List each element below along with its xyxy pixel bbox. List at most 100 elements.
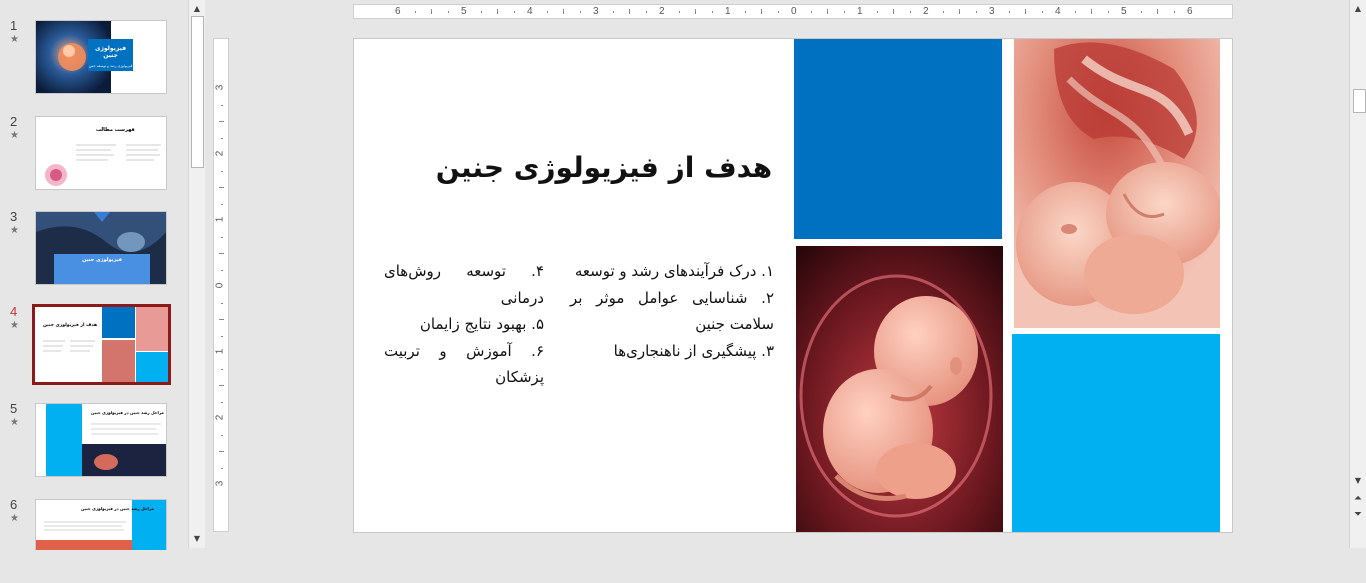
horizontal-ruler[interactable]: 6 5 4 3 2 1 0 1 2 3 4 5 6 <box>353 4 1233 19</box>
thumbnail-title: فهرست مطالب <box>96 127 135 133</box>
ruler-tick <box>221 368 223 370</box>
thumbnail-row-3[interactable]: 3 ★ فیزیولوژی جنین <box>0 209 180 295</box>
slide-thumbnail-2[interactable]: فهرست مطالب <box>35 116 167 190</box>
ruler-number: 5 <box>461 6 467 17</box>
slide-thumbnail-6[interactable]: مراحل رشد جنین در فیزیولوژی جنین <box>35 499 167 550</box>
ruler-tick <box>777 11 779 13</box>
thumbnail-row-6[interactable]: 6 ★ مراحل رشد جنین در فیزیولوژی جنین <box>0 497 180 583</box>
light-blue-block[interactable] <box>1012 334 1220 532</box>
ruler-tick <box>431 9 432 14</box>
fetus-photo-bottom[interactable] <box>796 246 1003 532</box>
ruler-tick <box>221 302 223 304</box>
ruler-tick <box>219 253 224 254</box>
ruler-tick <box>876 11 878 13</box>
ruler-tick <box>221 401 223 403</box>
slide-number: 4 <box>10 304 18 319</box>
ruler-tick <box>942 11 944 13</box>
ruler-tick <box>678 11 680 13</box>
ruler-number: 2 <box>659 6 665 17</box>
ruler-tick <box>1074 11 1076 13</box>
thumbnail-row-1[interactable]: 1 ★ فیزیولوژی جنین فیزیولوژی رشد و توسعه… <box>0 18 180 104</box>
ruler-tick <box>221 236 223 238</box>
ruler-tick <box>221 335 223 337</box>
previous-slide-icon[interactable]: ⏶ <box>1350 492 1366 506</box>
ruler-tick <box>711 11 713 13</box>
ruler-number: 2 <box>923 6 929 17</box>
ruler-number: 1 <box>214 216 226 223</box>
ruler-tick <box>612 11 614 13</box>
ruler-tick <box>221 137 223 139</box>
ruler-tick <box>1025 9 1026 14</box>
ruler-number: 2 <box>214 150 226 157</box>
text-column-left[interactable]: ۴. توسعه روش‌های درمانی ۵. بهبود نتایج ز… <box>384 258 544 391</box>
fetus-photo-top[interactable] <box>1014 39 1222 328</box>
slide-thumbnail-1[interactable]: فیزیولوژی جنین فیزیولوژی رشد و توسعه جنی… <box>35 20 167 94</box>
scrollbar-thumb[interactable] <box>1353 89 1366 113</box>
slide-scrollbar[interactable]: ▲ ▼ ⏶ ⏷ <box>1349 0 1366 548</box>
ruler-tick <box>1107 11 1109 13</box>
next-slide-icon[interactable]: ⏷ <box>1350 508 1366 522</box>
ruler-number: 4 <box>1055 6 1061 17</box>
thumbnail-row-5[interactable]: 5 ★ مراحل رشد جنین در فیزیولوژی جنین <box>0 401 180 487</box>
slide-thumbnail-5[interactable]: مراحل رشد جنین در فیزیولوژی جنین <box>35 403 167 477</box>
ruler-tick <box>219 187 224 188</box>
thumbnail-title: مراحل رشد جنین در فیزیولوژی جنین <box>91 410 164 415</box>
ruler-number: 3 <box>214 480 226 487</box>
text-column-right[interactable]: ۱. درک فرآیندهای رشد و توسعه ۲. شناسایی … <box>570 258 774 364</box>
ruler-tick <box>975 11 977 13</box>
bullet-item: ۶. آموزش و تربیت پزشکان <box>384 341 544 387</box>
ruler-number: 1 <box>214 348 226 355</box>
ruler-number: 3 <box>214 84 226 91</box>
vertical-ruler[interactable]: 3 2 1 0 1 2 3 <box>213 38 229 532</box>
scroll-down-arrow-icon[interactable]: ▼ <box>1350 474 1366 488</box>
ruler-tick <box>629 9 630 14</box>
ruler-tick <box>810 11 812 13</box>
ruler-tick <box>1041 11 1043 13</box>
bullet-item: ۱. درک فرآیندهای رشد و توسعه <box>574 262 774 280</box>
thumbnail-title: هدف از فیزیولوژی جنین <box>43 323 98 328</box>
thumbnail-scrollbar[interactable]: ▲ ▼ <box>188 0 205 548</box>
ruler-number: 1 <box>857 6 863 17</box>
slide-canvas[interactable]: هدف از فیزیولوژی جنین ۱. درک فرآیندهای ر… <box>353 38 1233 533</box>
ruler-tick <box>221 434 223 436</box>
ruler-tick <box>563 9 564 14</box>
slide-number: 1 <box>10 18 18 33</box>
animation-star-icon: ★ <box>10 417 19 428</box>
ruler-tick <box>761 9 762 14</box>
ruler-tick <box>497 9 498 14</box>
ruler-tick <box>1091 9 1092 14</box>
dark-blue-block[interactable] <box>794 39 1002 239</box>
slide-title[interactable]: هدف از فیزیولوژی جنین <box>414 151 794 184</box>
ruler-tick <box>221 104 223 106</box>
ruler-tick <box>893 9 894 14</box>
ruler-tick <box>219 121 224 122</box>
ruler-number: 0 <box>214 282 226 289</box>
ruler-number: 0 <box>791 6 797 17</box>
thumbnail-title-box: فیزیولوژی جنین فیزیولوژی رشد و توسعه جنی… <box>88 39 133 71</box>
ruler-tick <box>221 269 223 271</box>
ruler-tick <box>1173 11 1175 13</box>
scroll-up-arrow-icon[interactable]: ▲ <box>1350 2 1366 16</box>
animation-star-icon: ★ <box>10 320 19 331</box>
fetus-in-womb-image <box>796 246 1003 532</box>
thumbnail-title: مراحل رشد جنین در فیزیولوژی جنین <box>81 506 154 511</box>
slide-thumbnail-4-selected[interactable]: هدف از فیزیولوژی جنین <box>32 304 171 385</box>
scroll-down-arrow-icon[interactable]: ▼ <box>189 532 205 546</box>
ruler-tick <box>843 11 845 13</box>
ruler-tick <box>513 11 515 13</box>
ruler-tick <box>219 319 224 320</box>
ruler-tick <box>1008 11 1010 13</box>
bullet-item: ۳. پیشگیری از ناهنجاری‌ها <box>613 341 774 360</box>
ruler-tick <box>645 11 647 13</box>
scrollbar-thumb[interactable] <box>191 16 204 168</box>
ruler-tick <box>414 11 416 13</box>
slide-number: 5 <box>10 401 18 416</box>
thumbnail-row-4[interactable]: 4 ★ هدف از فیزیولوژی جنین <box>0 304 180 390</box>
thumbnail-text-box: فیزیولوژی جنین <box>54 254 150 284</box>
thumbnail-subtitle: فیزیولوژی رشد و توسعه جنین <box>88 64 133 68</box>
thumbnail-row-2[interactable]: 2 ★ فهرست مطالب <box>0 114 180 200</box>
scroll-up-arrow-icon[interactable]: ▲ <box>189 2 205 16</box>
fetus-placenta-image <box>1014 39 1222 328</box>
bullet-item: ۴. توسعه روش‌های درمانی <box>384 262 544 307</box>
slide-thumbnail-3[interactable]: فیزیولوژی جنین <box>35 211 167 285</box>
